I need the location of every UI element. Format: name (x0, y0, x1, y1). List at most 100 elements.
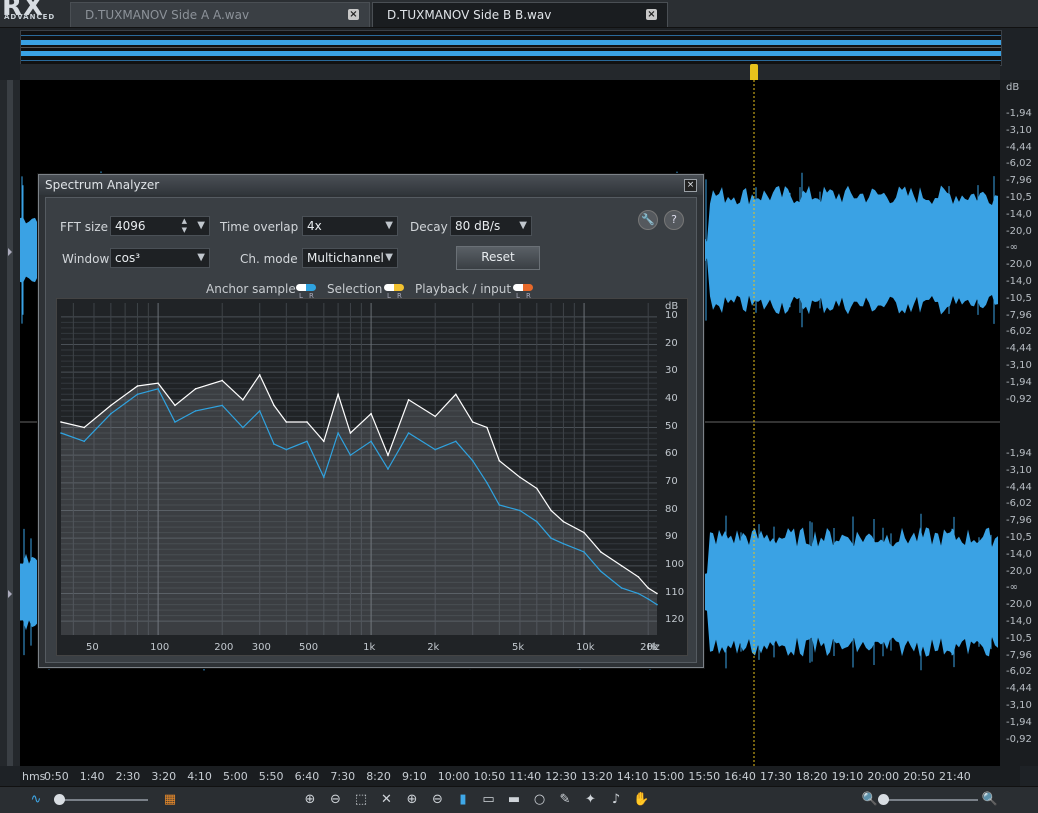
x-tick-label: 200 (214, 642, 234, 653)
time-tick-label: 15:50 (688, 770, 721, 783)
spectrogram-icon[interactable]: ▦ (160, 791, 180, 809)
spectrum-data-point (306, 421, 308, 423)
spectrum-analyzer-titlebar[interactable]: Spectrum Analyzer × (39, 175, 703, 195)
close-tab-icon[interactable]: × (348, 9, 359, 20)
spectrum-data-point (620, 587, 623, 589)
ch-mode-select[interactable]: Multichannel ▼ (302, 248, 398, 268)
spectrum-data-point (434, 448, 437, 451)
spectrum-data-point (323, 476, 325, 479)
waveform-icon[interactable]: ∿ (26, 791, 46, 809)
window-label: Window (62, 252, 110, 266)
waveform-opacity-slider[interactable] (58, 799, 148, 801)
time-tick-label: 16:40 (724, 770, 756, 783)
close-icon[interactable]: × (684, 179, 697, 192)
spectrum-data-point (242, 399, 244, 401)
zoom-selection-icon[interactable]: ⬚ (351, 791, 371, 809)
slider-knob[interactable] (54, 794, 65, 805)
tab-label: D.TUXMANOV Side B B.wav (387, 8, 552, 22)
db-unit: dB (1006, 82, 1020, 93)
zoom-in-icon[interactable]: ⊕ (300, 791, 320, 809)
spectrum-data-point (600, 551, 602, 553)
time-selection-icon[interactable]: ▮ (453, 791, 473, 809)
rect-selection-icon[interactable]: ▭ (479, 791, 499, 809)
zoom-out-freq-icon[interactable]: 🔍 (860, 791, 880, 809)
tab-file-b[interactable]: D.TUXMANOV Side B B.wav × (372, 2, 668, 27)
playback-swatch[interactable] (513, 284, 533, 291)
freq-selection-icon[interactable]: ▬ (504, 791, 524, 809)
spectrum-data-point (486, 482, 488, 484)
spectrum-data-point (583, 551, 585, 553)
x-tick-label: 2k (427, 642, 440, 653)
spectrum-data-point (221, 379, 224, 382)
spectrum-data-point (157, 382, 159, 385)
pan-hand-icon[interactable]: ✋ (632, 791, 652, 809)
brush-icon[interactable]: ✎ (555, 791, 575, 809)
window-select[interactable]: cos³ ▼ (110, 248, 210, 268)
spin-arrows-icon[interactable]: ▲ ▼ (182, 217, 187, 235)
spectrum-plot[interactable]: dB 10 20 30 40 50 60 70 80 90 100 110 120 50 100 200 3… (56, 298, 688, 656)
close-tab-icon[interactable]: × (646, 9, 657, 20)
db-tick-label: -0,92 (1006, 733, 1032, 745)
freq-zoom-slider[interactable] (882, 799, 978, 801)
slider-knob[interactable] (878, 794, 889, 805)
overview-waveform[interactable] (20, 30, 1002, 66)
time-overlap-select[interactable]: 4x ▼ (302, 216, 398, 236)
anchor-swatch[interactable] (296, 284, 316, 291)
spectrum-data-point (498, 504, 501, 506)
y-tick-label: 50 (665, 420, 678, 432)
db-tick-label: -3,10 (1006, 464, 1032, 476)
zoom-fit-icon[interactable]: ✕ (377, 791, 397, 809)
time-tick-label: 2:30 (115, 770, 141, 783)
spectrum-data-point (620, 565, 623, 567)
db-tick-label: -3,10 (1006, 124, 1032, 136)
db-tick-label: -10,5 (1006, 632, 1032, 644)
spectrum-data-point (337, 393, 339, 396)
harmonic-icon[interactable]: ♪ (606, 791, 626, 809)
zoom-in-time-icon[interactable]: ⊕ (402, 791, 422, 809)
db-tick-label: -3,10 (1006, 360, 1032, 371)
help-icon[interactable]: ? (664, 210, 684, 230)
db-tick-label: -14,0 (1006, 548, 1032, 560)
spectrum-data-point (498, 459, 501, 462)
spectrum-data-point (194, 410, 197, 412)
spectrum-data-point (471, 459, 474, 462)
spectrum-analyzer-body: FFT size 4096 ▲ ▼ ▼ Time overlap 4x ▼ Dec… (45, 197, 697, 663)
time-tick-label: 0:50 (44, 770, 69, 783)
zoom-in-freq-icon[interactable]: 🔍 (980, 791, 1000, 809)
wrench-icon[interactable]: 🔧 (638, 210, 658, 230)
chevron-down-icon: ▼ (519, 220, 527, 231)
ch-mode-value: Multichannel (307, 251, 384, 265)
db-tick-label: -1,94 (1006, 376, 1032, 388)
spectrum-data-point (647, 587, 649, 589)
spectrum-data-point (285, 448, 288, 451)
zoom-out-time-icon[interactable]: ⊖ (428, 791, 448, 809)
db-tick-label: -6,02 (1006, 158, 1032, 170)
selection-swatch[interactable] (384, 284, 404, 291)
spectrum-data-point (136, 385, 139, 387)
db-tick-label: -14,0 (1006, 276, 1032, 287)
logo-subtext: ADVANCED (4, 13, 56, 21)
spectrum-data-point (455, 440, 457, 443)
spectrum-data-point (455, 393, 457, 396)
tab-bar: RX ADVANCED D.TUXMANOV Side A A.wav × D.… (0, 0, 1038, 28)
lasso-icon[interactable]: ○ (530, 791, 550, 809)
y-tick-label: 30 (665, 365, 678, 377)
spectrum-data-point (323, 440, 325, 443)
tab-file-a[interactable]: D.TUXMANOV Side A A.wav × (70, 2, 370, 27)
db-tick-label: -14,0 (1006, 208, 1032, 220)
fft-size-select[interactable]: 4096 ▲ ▼ ▼ (110, 216, 210, 236)
time-tick-label: 11:40 (509, 770, 542, 783)
spectrum-data-point (273, 443, 275, 445)
time-overlap-value: 4x (307, 219, 322, 233)
spectrum-data-point (536, 487, 538, 490)
decay-select[interactable]: 80 dB/s ▼ (450, 216, 532, 236)
x-tick-label: 100 (150, 642, 170, 653)
zoom-out-icon[interactable]: ⊖ (326, 791, 346, 809)
db-tick-label: -1,94 (1006, 448, 1032, 459)
magic-wand-icon[interactable]: ✦ (581, 791, 601, 809)
time-tick-label: 3:20 (151, 770, 177, 783)
reset-button[interactable]: Reset (456, 246, 540, 270)
db-tick-label: -3,10 (1006, 700, 1032, 711)
window-title: Spectrum Analyzer (45, 178, 160, 192)
spectrum-data-point (519, 476, 521, 479)
